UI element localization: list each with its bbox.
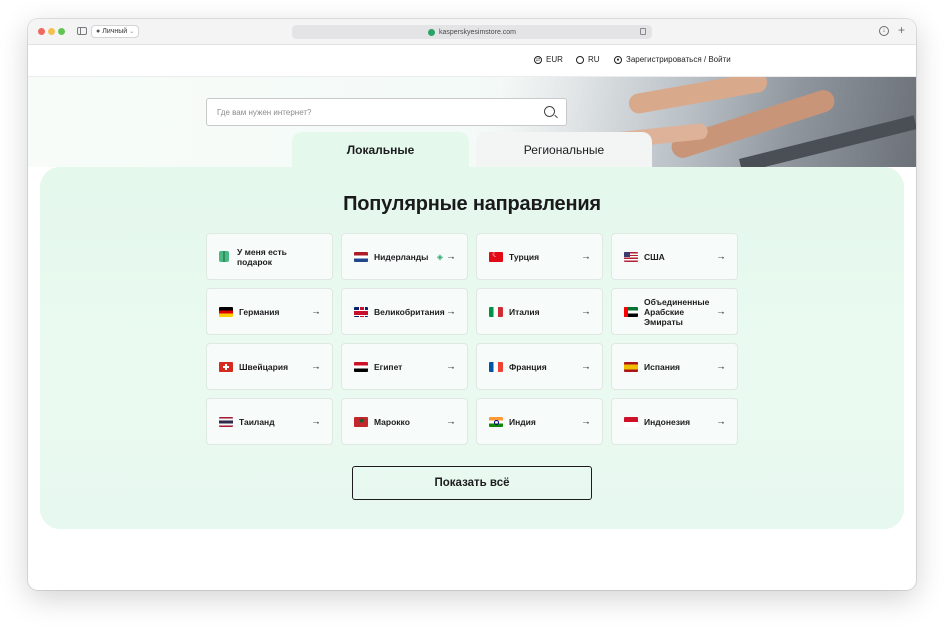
show-all-button[interactable]: Показать всё (352, 466, 592, 500)
share-icon[interactable] (640, 28, 646, 35)
destination-card-indonesia[interactable]: Индонезия → (611, 398, 738, 445)
section-title: Популярные направления (343, 193, 601, 215)
destination-label: Объединенные Арабские Эмираты (644, 296, 710, 327)
maximize-window-button[interactable] (58, 28, 65, 35)
destination-label: Испания (644, 361, 681, 372)
gift-icon (219, 251, 229, 262)
flag-india-icon (489, 416, 503, 427)
arrow-right-icon: → (581, 251, 591, 262)
search-icon[interactable] (544, 106, 555, 117)
destination-label: Индия (509, 416, 536, 427)
flag-netherlands-icon (354, 251, 368, 262)
currency-selector[interactable]: ⇄ EUR (534, 55, 563, 64)
flag-thailand-icon (219, 416, 233, 427)
arrow-right-icon: → (716, 251, 726, 262)
destination-label: Швейцария (239, 361, 289, 372)
browser-window: ● Личный ⌄ kasperskyesimstore.com ↓ + ⇄ … (28, 19, 916, 590)
profile-label: Личный (102, 28, 128, 35)
tab-regional[interactable]: Региональные (476, 132, 652, 168)
arrow-right-icon: → (311, 416, 321, 427)
destination-card-usa[interactable]: США → (611, 233, 738, 280)
arrow-right-icon: → (446, 251, 456, 262)
destination-card-italy[interactable]: Италия → (476, 288, 603, 335)
site-header: ⇄ EUR RU ● Зарегистрироваться / Войти (28, 45, 916, 77)
close-window-button[interactable] (38, 28, 45, 35)
arrow-right-icon: → (581, 306, 591, 317)
destination-label: США (644, 251, 665, 262)
destination-label: Германия (239, 306, 280, 317)
flag-morocco-icon (354, 416, 368, 427)
flag-egypt-icon (354, 361, 368, 372)
arrow-right-icon: → (311, 306, 321, 317)
arrow-right-icon: → (446, 306, 456, 317)
arrow-right-icon: → (446, 361, 456, 372)
destination-label: Марокко (374, 416, 410, 427)
destination-label: Италия (509, 306, 540, 317)
destinations-grid: У меня есть подарок Нидерланды ◈ → Турци… (206, 233, 738, 445)
download-icon[interactable]: ↓ (879, 26, 889, 36)
flag-germany-icon (219, 306, 233, 317)
destination-label: Египет (374, 361, 403, 372)
arrow-right-icon: → (446, 416, 456, 427)
address-bar[interactable]: kasperskyesimstore.com (292, 25, 652, 39)
flag-uk-icon (354, 306, 368, 317)
destination-label: Турция (509, 251, 540, 262)
address-url: kasperskyesimstore.com (438, 28, 517, 36)
arrow-right-icon: → (716, 306, 726, 317)
new-tab-icon[interactable]: + (898, 23, 905, 37)
destination-card-morocco[interactable]: Марокко → (341, 398, 468, 445)
destination-label: Великобритания (374, 306, 445, 317)
flag-italy-icon (489, 306, 503, 317)
search-input[interactable] (215, 105, 535, 119)
destination-card-uae[interactable]: Объединенные Арабские Эмираты → (611, 288, 738, 335)
destination-card-netherlands[interactable]: Нидерланды ◈ → (341, 233, 468, 280)
language-label: RU (588, 55, 600, 64)
destination-card-thailand[interactable]: Таиланд → (206, 398, 333, 445)
destination-label: Таиланд (239, 416, 275, 427)
destination-card-egypt[interactable]: Египет → (341, 343, 468, 390)
flag-france-icon (489, 361, 503, 372)
flag-usa-icon (624, 251, 638, 262)
auth-label: Зарегистрироваться / Войти (626, 55, 731, 64)
flag-turkey-icon (489, 251, 503, 262)
chevron-down-icon: ⌄ (129, 29, 135, 35)
destination-card-turkey[interactable]: Турция → (476, 233, 603, 280)
destination-label: Нидерланды (374, 251, 429, 262)
site-favicon-icon (427, 28, 435, 36)
arrow-right-icon: → (311, 361, 321, 372)
destination-card-gift[interactable]: У меня есть подарок (206, 233, 333, 280)
destination-search (206, 98, 567, 126)
destination-card-india[interactable]: Индия → (476, 398, 603, 445)
flag-switzerland-icon (219, 361, 233, 372)
sidebar-toggle-icon[interactable] (77, 27, 87, 35)
popular-destinations-panel: Популярные направления У меня есть подар… (40, 167, 904, 529)
destination-card-uk[interactable]: Великобритания → (341, 288, 468, 335)
language-selector[interactable]: RU (576, 55, 600, 64)
minimize-window-button[interactable] (48, 28, 55, 35)
destination-label: Индонезия (644, 416, 691, 427)
currency-exchange-icon: ⇄ (534, 55, 542, 64)
destination-label: У меня есть подарок (237, 246, 287, 267)
user-icon: ● (614, 55, 622, 64)
destination-card-switzerland[interactable]: Швейцария → (206, 343, 333, 390)
globe-icon (576, 55, 584, 64)
destination-card-spain[interactable]: Испания → (611, 343, 738, 390)
arrow-right-icon: → (716, 416, 726, 427)
esim-icon: ◈ (436, 252, 443, 261)
destination-card-france[interactable]: Франция → (476, 343, 603, 390)
arrow-right-icon: → (716, 361, 726, 372)
browser-toolbar: ● Личный ⌄ kasperskyesimstore.com ↓ + (28, 19, 916, 45)
auth-link[interactable]: ● Зарегистрироваться / Войти (614, 55, 731, 64)
destination-label: Франция (509, 361, 547, 372)
person-icon: ● (96, 28, 101, 35)
flag-uae-icon (624, 306, 638, 317)
flag-indonesia-icon (624, 416, 638, 427)
arrow-right-icon: → (581, 416, 591, 427)
tab-local[interactable]: Локальные (292, 132, 469, 168)
destination-card-germany[interactable]: Германия → (206, 288, 333, 335)
currency-label: EUR (546, 55, 563, 64)
flag-spain-icon (624, 361, 638, 372)
profile-selector[interactable]: ● Личный ⌄ (91, 25, 140, 38)
arrow-right-icon: → (581, 361, 591, 372)
